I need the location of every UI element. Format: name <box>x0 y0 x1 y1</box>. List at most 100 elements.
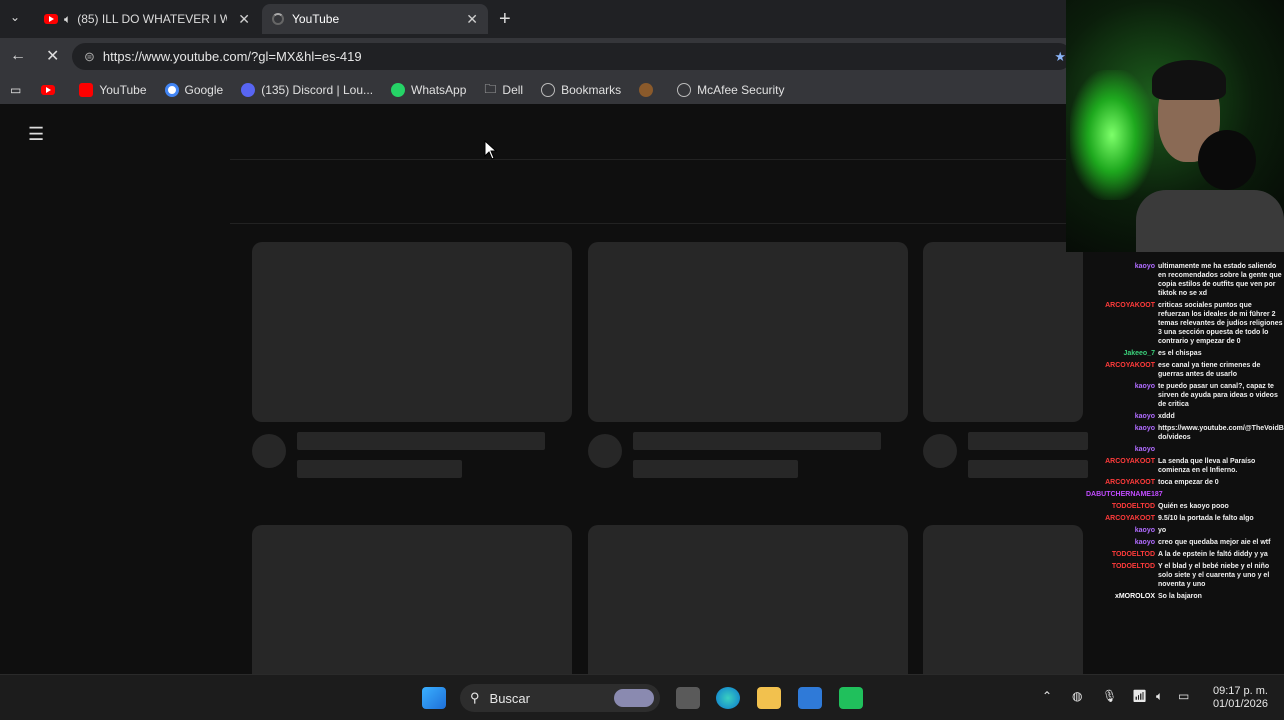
bookmark-favicon-icon <box>639 83 654 97</box>
microphone-tray-icon[interactable]: 🎙︎ <box>1102 689 1117 703</box>
avatar-skeleton <box>923 434 957 468</box>
app-icon[interactable] <box>839 687 863 709</box>
new-tab-button[interactable]: + <box>499 8 511 31</box>
edge-icon[interactable] <box>716 687 740 709</box>
avatar-skeleton <box>588 434 622 468</box>
chat-username: kaoyo <box>1134 383 1155 390</box>
taskbar-search[interactable]: ⚲ Buscar <box>460 684 660 712</box>
windows-taskbar: ⚲ Buscar ⌃ ◍ 🎙︎ 📶︎ 🔈︎ ▭ 09:17 p. m. 01/0… <box>0 674 1284 720</box>
url-text: https://www.youtube.com/?gl=MX&hl=es-419 <box>102 49 362 64</box>
tab-stream[interactable]: 🔈︎ (85) ILL DO WHATEVER I WAN ✕ <box>34 4 260 34</box>
bookmark-label: YouTube <box>99 83 147 97</box>
bookmark-label: McAfee Security <box>697 83 785 97</box>
chat-username: kaoyo <box>1134 539 1155 546</box>
apps-icon[interactable]: ▭ <box>10 83 21 97</box>
microsoft-store-icon[interactable] <box>798 687 822 709</box>
tab-youtube[interactable]: YouTube ✕ <box>262 4 488 34</box>
google-icon <box>164 83 179 97</box>
volume-icon[interactable]: 🔈︎ <box>1156 689 1163 704</box>
address-bar[interactable]: ⊜ https://www.youtube.com/?gl=MX&hl=es-4… <box>72 43 1072 70</box>
chat-text: https://www.youtube.com/@TheVoidBana do/… <box>1158 425 1284 441</box>
chat-username: ARCOYAKOOT <box>1105 458 1155 465</box>
tray-expand-icon[interactable]: ⌃ <box>1042 689 1052 703</box>
close-icon[interactable]: ✕ <box>466 11 478 28</box>
chat-username: kaoyo <box>1134 263 1155 270</box>
video-thumbnail-skeleton <box>923 242 1083 422</box>
chat-message: DABUTCHERNAME187 <box>1086 490 1284 499</box>
chat-username: TODOELTOD <box>1111 503 1155 510</box>
youtube-icon <box>79 83 94 97</box>
bookmark-unnamed[interactable] <box>639 83 659 97</box>
stop-loading-icon[interactable]: ✕ <box>46 46 59 66</box>
bookmark-label: WhatsApp <box>411 83 467 97</box>
youtube-icon <box>41 85 56 95</box>
chat-message: TODOELTOD Y el blad y el bebé niebe y el … <box>1086 562 1284 589</box>
chat-username: ARCOYAKOOT <box>1105 479 1155 486</box>
chat-username: ARCOYAKOOT <box>1105 302 1155 309</box>
chat-text: ese canal ya tiene crimenes de guerras a… <box>1158 362 1261 378</box>
header-divider <box>230 159 1070 160</box>
chat-text: te puedo pasar un canal?, capaz te sirve… <box>1158 383 1278 408</box>
wifi-icon[interactable]: 📶︎ <box>1132 689 1147 703</box>
tab-label: YouTube <box>292 12 340 26</box>
chat-text: A la de epstein le faltó diddy y ya <box>1158 551 1268 558</box>
chat-text: La senda que lleva al Paraíso comienza e… <box>1158 458 1256 474</box>
channel-skeleton <box>297 460 462 478</box>
close-icon[interactable]: ✕ <box>238 11 250 28</box>
chat-text: creo que quedaba mejor aie el wtf <box>1158 539 1271 546</box>
video-thumbnail-skeleton <box>588 242 908 422</box>
windows-start-icon[interactable] <box>422 687 446 709</box>
stream-chat-overlay: kaoyo ultimamente me ha estado saliendo e… <box>1086 262 1284 674</box>
chat-message: ARCOYAKOOT La senda que lleva al Paraíso … <box>1086 457 1284 475</box>
clock-time: 09:17 p. m. <box>1212 685 1268 697</box>
chat-username: xMOROLOX <box>1114 593 1155 600</box>
battery-icon[interactable]: ▭ <box>1178 689 1189 703</box>
channel-skeleton <box>968 460 1088 478</box>
bookmark-star-icon[interactable]: ★ <box>1054 49 1066 65</box>
globe-icon <box>541 83 556 97</box>
speaker-icon[interactable]: 🔈︎ <box>64 12 71 27</box>
chat-text: ultimamente me ha estado saliendo en rec… <box>1158 263 1282 297</box>
chat-username: ARCOYAKOOT <box>1105 515 1155 522</box>
chat-message: TODOELTOD A la de epstein le faltó diddy … <box>1086 550 1284 559</box>
avatar-skeleton <box>252 434 286 468</box>
whatsapp-icon <box>391 83 406 97</box>
chat-username: DABUTCHERNAME187 <box>1086 491 1163 498</box>
file-explorer-icon[interactable] <box>757 687 781 709</box>
menu-hamburger-icon[interactable]: ☰ <box>28 124 44 145</box>
title-skeleton <box>633 432 881 450</box>
chat-message: kaoyo te puedo pasar un canal?, capaz te … <box>1086 382 1284 409</box>
streamer-webcam <box>1066 0 1284 252</box>
site-info-icon[interactable]: ⊜ <box>84 49 95 65</box>
bookmark-google[interactable]: Google <box>164 83 224 97</box>
back-arrow-icon[interactable]: ← <box>10 47 26 65</box>
chat-text: Quién es kaoyo pooo <box>1158 503 1229 510</box>
bookmark-dell[interactable]: 🗀 Dell <box>484 80 523 101</box>
chat-text: es el chispas <box>1158 350 1202 357</box>
chat-text: Y el blad y el bebé niebe y el niño solo… <box>1158 563 1270 588</box>
bookmark-whatsapp[interactable]: WhatsApp <box>391 83 466 97</box>
chat-message: kaoyo https://www.youtube.com/@TheVoidBan… <box>1086 424 1284 442</box>
tray-app-icon[interactable]: ◍ <box>1072 689 1082 703</box>
video-thumbnail-skeleton <box>588 525 908 685</box>
chat-username: kaoyo <box>1134 425 1155 432</box>
clock-date: 01/01/2026 <box>1212 698 1268 710</box>
chat-text: toca empezar de 0 <box>1158 479 1219 486</box>
chat-username: kaoyo <box>1134 413 1155 420</box>
clock[interactable]: 09:17 p. m. 01/01/2026 <box>1204 685 1268 711</box>
youtube-favicon-icon <box>44 14 58 24</box>
chat-message: xMOROLOX So la bajaron <box>1086 592 1284 601</box>
bookmark-bookmarks[interactable]: Bookmarks <box>541 83 621 97</box>
chat-text: criticas sociales puntos que refuerzan l… <box>1158 302 1283 345</box>
task-view-icon[interactable] <box>676 687 700 709</box>
bookmark-youtube[interactable]: YouTube <box>79 83 147 97</box>
bookmark-youtube-shortcut[interactable] <box>41 85 61 95</box>
video-thumbnail-skeleton <box>923 525 1083 685</box>
title-skeleton <box>968 432 1088 450</box>
tab-search-chevron-icon[interactable]: ⌄ <box>10 10 20 24</box>
video-thumbnail-skeleton <box>252 525 572 685</box>
bookmark-label: Google <box>184 83 224 97</box>
bookmark-mcafee[interactable]: McAfee Security <box>677 83 785 97</box>
bookmark-discord[interactable]: (135) Discord | Lou... <box>241 83 373 97</box>
chat-username: Jakeeo_7 <box>1123 350 1155 357</box>
